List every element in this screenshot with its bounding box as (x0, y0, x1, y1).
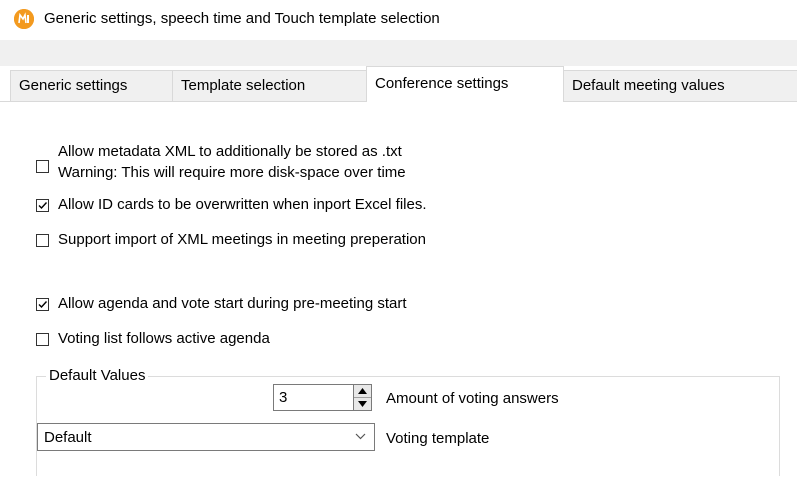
voting-list-follows-checkbox[interactable] (36, 333, 49, 346)
voting-template-select[interactable]: Default (37, 423, 375, 451)
voting-answers-label: Amount of voting answers (386, 390, 559, 407)
toolbar-band (0, 40, 797, 66)
xml-import-label: Support import of XML meetings in meetin… (58, 231, 426, 248)
chevron-down-icon (355, 433, 366, 440)
default-values-legend: Default Values (46, 367, 149, 384)
agenda-vote-start-checkbox[interactable] (36, 298, 49, 311)
triangle-up-icon (358, 388, 367, 394)
agenda-vote-start-label: Allow agenda and vote start during pre-m… (58, 295, 407, 312)
tab-generic-settings[interactable]: Generic settings (10, 70, 173, 101)
voting-list-follows-label: Voting list follows active agenda (58, 330, 270, 347)
voting-answers-stepper[interactable]: 3 (273, 384, 372, 411)
checkmark-icon (38, 301, 48, 309)
stepper-buttons (353, 385, 371, 410)
id-cards-overwrite-label: Allow ID cards to be overwritten when in… (58, 196, 427, 213)
tab-template-selection[interactable]: Template selection (172, 70, 367, 101)
metadata-txt-checkbox[interactable] (36, 160, 49, 173)
title-bar: Generic settings, speech time and Touch … (0, 0, 797, 40)
voting-answers-value[interactable]: 3 (279, 389, 287, 406)
voting-template-label: Voting template (386, 430, 490, 447)
metadata-txt-label: Allow metadata XML to additionally be st… (58, 143, 402, 160)
triangle-down-icon (358, 401, 367, 407)
id-cards-overwrite-checkbox[interactable] (36, 199, 49, 212)
stepper-down-button[interactable] (354, 398, 371, 410)
voting-template-value: Default (44, 429, 92, 446)
checkmark-icon (38, 202, 48, 210)
window-title: Generic settings, speech time and Touch … (44, 10, 440, 27)
app-logo-icon (14, 9, 34, 29)
tab-default-meeting-values[interactable]: Default meeting values (563, 70, 797, 101)
stepper-up-button[interactable] (354, 385, 371, 398)
metadata-txt-warning: Warning: This will require more disk-spa… (58, 164, 406, 181)
tab-conference-settings[interactable]: Conference settings (366, 66, 564, 102)
xml-import-checkbox[interactable] (36, 234, 49, 247)
